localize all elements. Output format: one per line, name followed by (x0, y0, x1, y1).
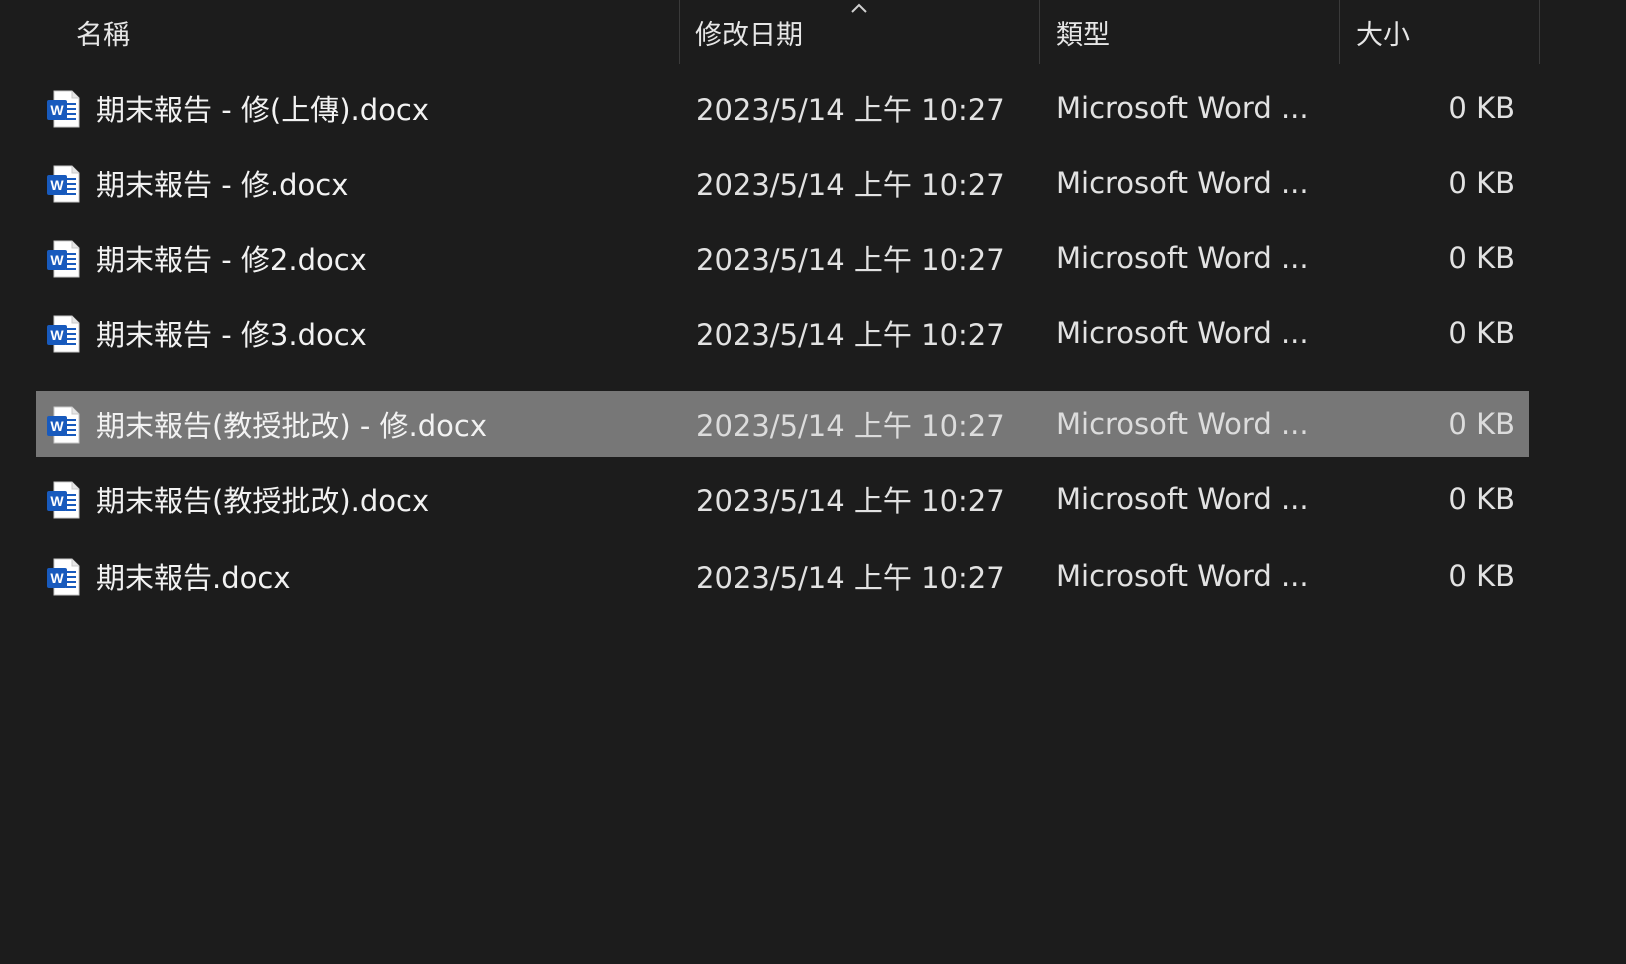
file-type: Microsoft Word ... (1056, 559, 1309, 593)
column-header-size-label: 大小 (1356, 19, 1410, 51)
file-size: 0 KB (1448, 559, 1515, 593)
chevron-up-icon (851, 3, 867, 13)
file-row[interactable]: W 期末報告(教授批改).docx 2023/5/14 上午 10:27 Mic… (36, 466, 1529, 532)
file-size: 0 KB (1448, 407, 1515, 441)
word-document-icon: W (47, 165, 80, 203)
file-type: Microsoft Word ... (1056, 166, 1309, 200)
file-type: Microsoft Word ... (1056, 482, 1309, 516)
svg-text:W: W (50, 570, 64, 586)
file-type: Microsoft Word ... (1056, 407, 1309, 441)
column-header-type[interactable]: 類型 (1056, 0, 1110, 64)
column-divider[interactable] (1539, 0, 1540, 64)
file-row[interactable]: W 期末報告 - 修3.docx 2023/5/14 上午 10:27 Micr… (36, 300, 1529, 366)
file-row[interactable]: W 期末報告 - 修.docx 2023/5/14 上午 10:27 Micro… (36, 150, 1529, 216)
file-modified-date: 2023/5/14 上午 10:27 (696, 409, 1005, 443)
file-size: 0 KB (1448, 316, 1515, 350)
file-row[interactable]: W 期末報告.docx 2023/5/14 上午 10:27 Microsoft… (36, 543, 1529, 609)
file-explorer-details-view: 名稱 修改日期 類型 大小 W 期末報告 - 修(上傳).docx 2023/5… (0, 0, 1626, 964)
file-name: 期末報告.docx (96, 561, 291, 595)
file-row[interactable]: W 期末報告 - 修(上傳).docx 2023/5/14 上午 10:27 M… (36, 75, 1529, 141)
file-modified-date: 2023/5/14 上午 10:27 (696, 561, 1005, 595)
svg-text:W: W (50, 252, 64, 268)
file-name: 期末報告 - 修3.docx (96, 318, 367, 352)
file-modified-date: 2023/5/14 上午 10:27 (696, 243, 1005, 277)
file-modified-date: 2023/5/14 上午 10:27 (696, 168, 1005, 202)
column-divider[interactable] (679, 0, 680, 64)
svg-text:W: W (50, 418, 64, 434)
file-row[interactable]: W 期末報告 - 修2.docx 2023/5/14 上午 10:27 Micr… (36, 225, 1529, 291)
file-type: Microsoft Word ... (1056, 316, 1309, 350)
file-size: 0 KB (1448, 91, 1515, 125)
column-header-type-label: 類型 (1056, 19, 1110, 51)
word-document-icon: W (47, 315, 80, 353)
file-size: 0 KB (1448, 241, 1515, 275)
file-row-selected[interactable]: W 期末報告(教授批改) - 修.docx 2023/5/14 上午 10:27… (36, 391, 1529, 457)
file-modified-date: 2023/5/14 上午 10:27 (696, 93, 1005, 127)
column-header-size[interactable]: 大小 (1356, 0, 1410, 64)
file-size: 0 KB (1448, 482, 1515, 516)
column-header: 名稱 修改日期 類型 大小 (0, 0, 1626, 64)
file-size: 0 KB (1448, 166, 1515, 200)
file-modified-date: 2023/5/14 上午 10:27 (696, 484, 1005, 518)
column-header-modified-label: 修改日期 (695, 19, 803, 51)
svg-text:W: W (50, 102, 64, 118)
file-type: Microsoft Word ... (1056, 241, 1309, 275)
column-header-name-label: 名稱 (76, 19, 130, 51)
file-type: Microsoft Word ... (1056, 91, 1309, 125)
column-header-modified[interactable]: 修改日期 (695, 0, 803, 64)
word-document-icon: W (47, 240, 80, 278)
word-document-icon: W (47, 481, 80, 519)
column-header-name[interactable]: 名稱 (76, 0, 130, 64)
word-document-icon: W (47, 406, 80, 444)
word-document-icon: W (47, 90, 80, 128)
file-name: 期末報告 - 修2.docx (96, 243, 367, 277)
svg-text:W: W (50, 493, 64, 509)
file-modified-date: 2023/5/14 上午 10:27 (696, 318, 1005, 352)
word-document-icon: W (47, 558, 80, 596)
column-divider[interactable] (1339, 0, 1340, 64)
file-name: 期末報告 - 修.docx (96, 168, 349, 202)
svg-text:W: W (50, 177, 64, 193)
column-divider[interactable] (1039, 0, 1040, 64)
file-name: 期末報告(教授批改) - 修.docx (96, 409, 488, 443)
file-name: 期末報告 - 修(上傳).docx (96, 93, 430, 127)
file-name: 期末報告(教授批改).docx (96, 484, 430, 518)
svg-text:W: W (50, 327, 64, 343)
